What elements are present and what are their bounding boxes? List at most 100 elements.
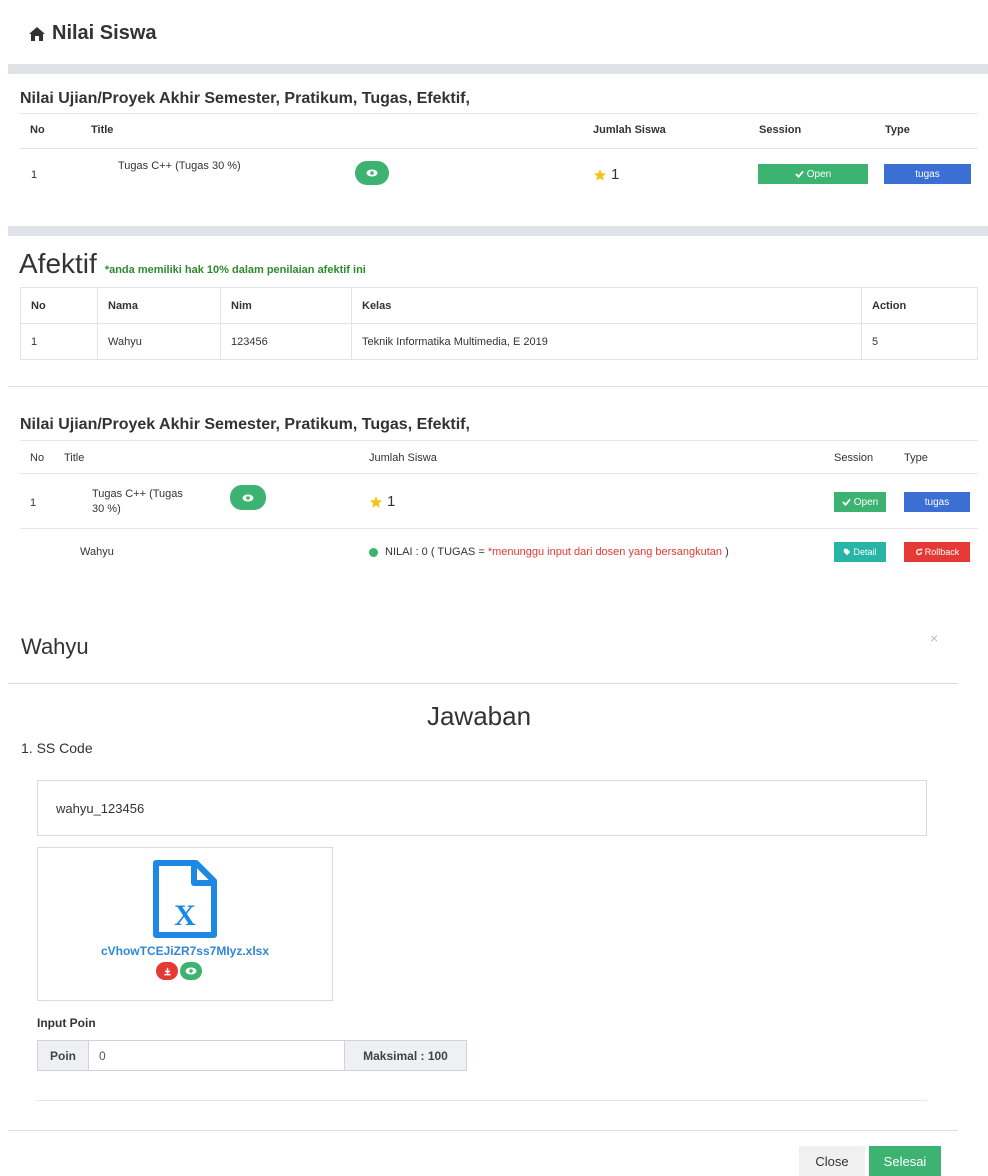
download-button[interactable] [156, 962, 178, 980]
page-title-wrap: Nilai Siswa [28, 22, 157, 45]
jumlah-siswa: 1 [369, 493, 395, 510]
col-type: Type [904, 452, 928, 464]
col-no: No [30, 124, 45, 136]
divider [8, 386, 988, 387]
detail-button[interactable]: Detail [834, 542, 886, 562]
svg-text:X: X [174, 899, 196, 932]
afektif-header: Afektif *anda memiliki hak 10% dalam pen… [19, 248, 366, 280]
col-jumlah-siswa: Jumlah Siswa [593, 124, 666, 136]
preview-button[interactable] [180, 962, 202, 980]
close-button[interactable]: Close [799, 1146, 865, 1176]
student-count: 1 [387, 493, 396, 510]
check-icon [842, 498, 851, 506]
col-jumlah-siswa: Jumlah Siswa [369, 452, 437, 464]
student-name: Wahyu [80, 546, 114, 558]
download-icon [163, 967, 171, 975]
divider [20, 473, 978, 474]
divider [37, 1100, 927, 1101]
nilai-prefix: NILAI : 0 ( TUGAS = [385, 546, 488, 558]
row-title-line2: 30 %) [92, 503, 121, 515]
selesai-button[interactable]: Selesai [869, 1146, 941, 1176]
modal-close-icon[interactable]: × [930, 630, 938, 646]
cell-kelas: Teknik Informatika Multimedia, E 2019 [351, 323, 862, 360]
eye-icon [242, 494, 254, 501]
modal-header-divider [8, 683, 958, 684]
row-title-line1: Tugas C++ (Tugas [92, 488, 183, 500]
row-no: 1 [31, 169, 38, 181]
cell-no: 1 [20, 323, 98, 360]
afektif-title: Afektif [19, 248, 97, 279]
cell-nim: 123456 [220, 323, 352, 360]
col-title: Title [64, 452, 85, 464]
question-label: 1. SS Code [21, 740, 93, 756]
student-count: 1 [611, 166, 620, 183]
col-session: Session [759, 124, 802, 136]
rollback-label: Rollback [924, 547, 960, 557]
session-label: Open [853, 496, 879, 508]
nilai-suffix: ) [722, 546, 729, 558]
divider-band [8, 226, 988, 236]
divider-band [8, 64, 988, 74]
section1-heading: Nilai Ujian/Proyek Akhir Semester, Prati… [20, 90, 470, 107]
col-nim: Nim [220, 287, 352, 324]
poin-addon: Poin [38, 1041, 89, 1070]
row-no: 1 [30, 497, 37, 509]
tag-icon [844, 548, 851, 556]
home-icon [29, 26, 45, 41]
max-addon: Maksimal : 100 [344, 1041, 466, 1070]
eye-icon [366, 169, 378, 177]
answer-box: wahyu_123456 [37, 780, 927, 836]
rollback-button[interactable]: Rollback [904, 542, 970, 562]
poin-input-group: Poin Maksimal : 100 [37, 1040, 467, 1071]
type-label: tugas [924, 496, 950, 508]
col-type: Type [885, 124, 910, 136]
divider [20, 440, 978, 441]
page-title: Nilai Siswa [52, 22, 157, 44]
col-no: No [30, 452, 45, 464]
poin-input[interactable] [89, 1041, 344, 1070]
session-open-badge[interactable]: Open [758, 164, 868, 184]
view-button[interactable] [230, 485, 266, 510]
star-icon [593, 168, 607, 181]
status-dot-icon [369, 547, 378, 557]
session-open-badge[interactable]: Open [834, 492, 886, 512]
file-name-link[interactable]: cVhowTCEJiZR7ss7MIyz.xlsx [37, 944, 333, 958]
col-title: Title [91, 124, 114, 136]
divider [20, 528, 978, 529]
col-no: No [20, 287, 98, 324]
nilai-status: NILAI : 0 ( TUGAS = *menunggu input dari… [369, 546, 729, 558]
col-kelas: Kelas [351, 287, 862, 324]
refresh-icon [915, 548, 922, 556]
jumlah-siswa: 1 [593, 166, 619, 183]
modal-footer-divider [8, 1130, 958, 1131]
afektif-note: *anda memiliki hak 10% dalam penilaian a… [104, 264, 366, 276]
nilai-waiting: *menunggu input dari dosen yang bersangk… [487, 546, 723, 558]
section3-heading: Nilai Ujian/Proyek Akhir Semester, Prati… [20, 416, 470, 433]
divider [20, 148, 978, 149]
table-header-row: No Nama Nim Kelas Action [20, 287, 978, 324]
table-row: 1 Wahyu 123456 Teknik Informatika Multim… [20, 323, 978, 360]
type-badge[interactable]: tugas [884, 164, 971, 184]
modal-title: Wahyu [21, 634, 89, 659]
page-header: Nilai Siswa [0, 0, 988, 64]
row-title: Tugas C++ (Tugas 30 %) [118, 160, 241, 172]
star-icon [369, 495, 383, 508]
cell-action[interactable]: 5 [861, 323, 978, 360]
row-title: Tugas C++ (Tugas 30 %) [92, 487, 183, 517]
detail-label: Detail [853, 547, 877, 557]
col-session: Session [834, 452, 874, 464]
eye-icon [185, 967, 197, 975]
divider [20, 113, 978, 114]
check-icon [795, 170, 804, 178]
type-badge[interactable]: tugas [904, 492, 970, 512]
view-button[interactable] [355, 161, 389, 185]
jawaban-heading: Jawaban [426, 701, 532, 731]
afektif-table: No Nama Nim Kelas Action 1 Wahyu 123456 … [20, 287, 978, 360]
type-label: tugas [915, 168, 940, 180]
session-label: Open [806, 168, 832, 180]
col-nama: Nama [97, 287, 221, 324]
excel-file-icon[interactable]: X [152, 860, 218, 938]
cell-nama: Wahyu [97, 323, 221, 360]
col-action: Action [861, 287, 978, 324]
input-poin-label: Input Poin [37, 1016, 96, 1030]
